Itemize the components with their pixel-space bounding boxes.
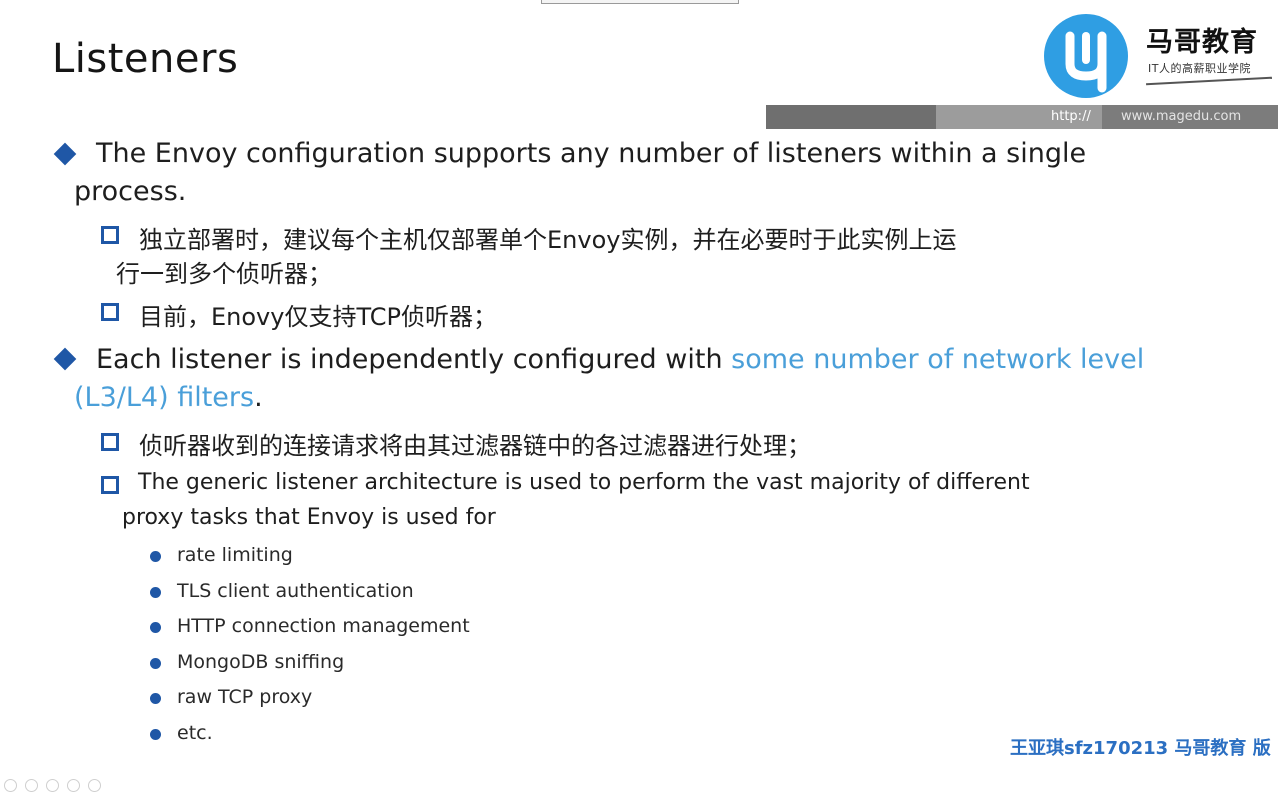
footer-watermark: 王亚琪sfz170213 马哥教育 版 <box>1010 738 1271 759</box>
top-window-edge <box>541 0 739 4</box>
player-toolbar <box>0 776 150 794</box>
dot-bullet-icon <box>150 587 161 598</box>
list-item: etc. <box>177 722 213 744</box>
dot-bullet-icon <box>150 551 161 562</box>
bullet1-line1: The Envoy configuration supports any num… <box>96 138 1087 169</box>
bullet1-line2: process. <box>74 176 187 207</box>
list-item: HTTP connection management <box>177 615 470 637</box>
url-prefix: http:// <box>1051 109 1091 124</box>
dot-bullet-icon <box>150 729 161 740</box>
list-item: rate limiting <box>177 544 293 566</box>
bullet2-sub2-line1: The generic listener architecture is use… <box>138 470 1030 495</box>
dot-bullet-icon <box>150 622 161 633</box>
square-bullet-icon <box>101 226 119 244</box>
bullet1-sub1-line2: 行一到多个侦听器； <box>116 260 332 288</box>
bullet2-line1-highlight: some number of network level <box>731 344 1145 375</box>
url-domain: www.magedu.com <box>1121 109 1242 124</box>
dot-bullet-icon <box>150 693 161 704</box>
square-bullet-icon <box>101 476 119 494</box>
bullet2-line2: (L3/L4) filters. <box>74 382 263 413</box>
logo-slogan: IT人的高薪职业学院 <box>1148 62 1251 75</box>
square-bullet-icon <box>101 303 119 321</box>
toolbar-icon[interactable] <box>46 779 59 792</box>
slide-title: Listeners <box>52 36 239 82</box>
toolbar-icon[interactable] <box>67 779 80 792</box>
bullet2-line2-end: . <box>254 382 263 413</box>
list-item: TLS client authentication <box>177 580 414 602</box>
list-item: MongoDB sniffing <box>177 651 345 673</box>
bullet1-sub1-line1: 独立部署时，建议每个主机仅部署单个Envoy实例，并在必要时于此实例上运 <box>139 226 957 254</box>
diamond-bullet-icon <box>53 142 77 166</box>
url-banner-dark-segment <box>766 105 936 129</box>
bullet1-sub2: 目前，Enovy仅支持TCP侦听器； <box>139 303 497 331</box>
logo-brand-name: 马哥教育 <box>1146 27 1258 58</box>
diamond-bullet-icon <box>53 347 77 371</box>
url-banner: http:// www.magedu.com <box>766 105 1278 129</box>
dot-bullet-icon <box>150 658 161 669</box>
square-bullet-icon <box>101 433 119 451</box>
magedu-logo-icon <box>1044 14 1128 98</box>
bullet2-sub1: 侦听器收到的连接请求将由其过滤器链中的各过滤器进行处理； <box>139 432 811 460</box>
toolbar-icon[interactable] <box>4 779 17 792</box>
bullet2-line1-text: Each listener is independently configure… <box>96 344 732 375</box>
bullet2-line2-highlight: (L3/L4) filters <box>74 382 255 413</box>
toolbar-icon[interactable] <box>25 779 38 792</box>
bullet2-line1: Each listener is independently configure… <box>96 344 1144 375</box>
bullet2-sub2-line2: proxy tasks that Envoy is used for <box>122 505 496 530</box>
list-item: raw TCP proxy <box>177 686 313 708</box>
logo-underline <box>1146 76 1272 86</box>
toolbar-icon[interactable] <box>88 779 101 792</box>
